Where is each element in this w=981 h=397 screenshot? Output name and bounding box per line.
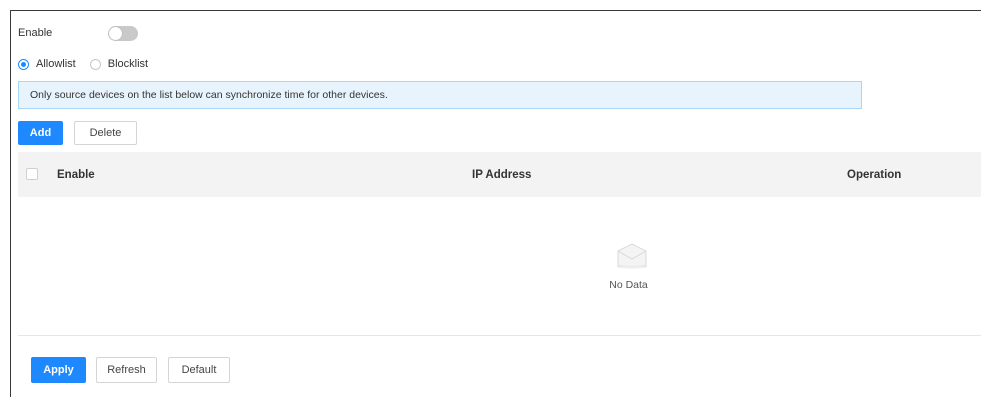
empty-text-wrap: No Data — [18, 279, 981, 291]
footer-divider — [18, 335, 981, 336]
column-header-ip-address: IP Address — [472, 168, 532, 181]
enable-label: Enable — [18, 27, 53, 39]
allowlist-label: Allowlist — [36, 58, 76, 70]
no-data-text: No Data — [609, 279, 648, 291]
select-all-checkbox[interactable] — [26, 168, 38, 180]
enable-toggle[interactable] — [108, 26, 138, 41]
default-button[interactable]: Default — [168, 357, 230, 383]
notice-text: Only source devices on the list below ca… — [30, 89, 388, 101]
list-mode-radio-group: Allowlist Blocklist — [18, 56, 148, 72]
table-empty-state: No Data — [18, 197, 981, 335]
table-header: Enable IP Address Operation — [18, 152, 981, 197]
delete-button[interactable]: Delete — [74, 121, 137, 145]
enable-row: Enable — [18, 25, 52, 41]
refresh-button[interactable]: Refresh — [96, 357, 157, 383]
radio-unchecked-icon — [89, 58, 101, 70]
info-notice: Only source devices on the list below ca… — [18, 81, 862, 109]
radio-checked-icon — [18, 58, 29, 70]
apply-button[interactable]: Apply — [31, 357, 86, 383]
column-header-enable: Enable — [57, 168, 95, 181]
add-button[interactable]: Add — [18, 121, 63, 145]
allowlist-radio[interactable]: Allowlist — [18, 58, 76, 70]
toggle-knob — [109, 27, 122, 40]
blocklist-radio[interactable]: Blocklist — [89, 58, 149, 70]
column-header-operation: Operation — [847, 168, 902, 181]
blocklist-label: Blocklist — [107, 58, 149, 70]
empty-inbox-icon — [617, 243, 647, 269]
